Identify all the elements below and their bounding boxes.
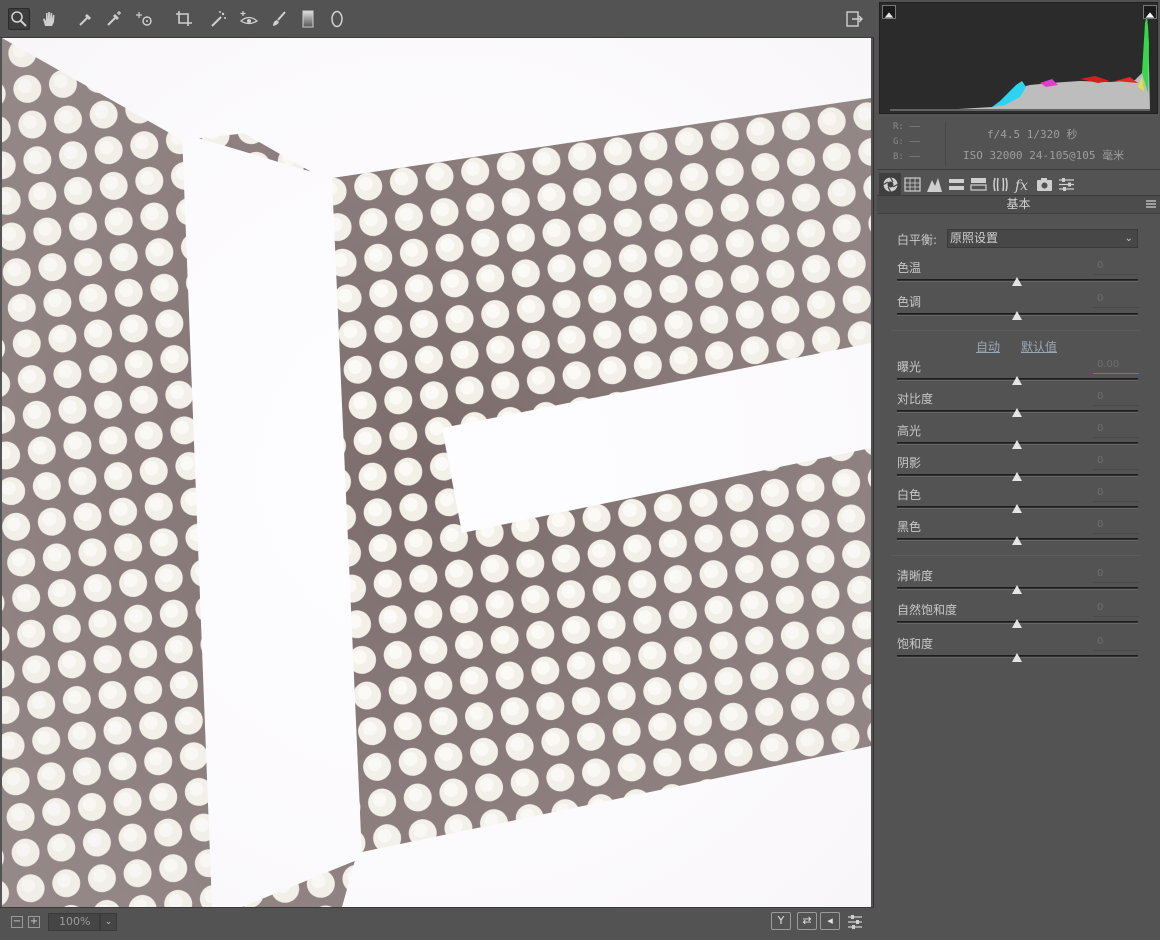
tool-bar xyxy=(0,0,874,38)
white-balance-value: 原照设置 xyxy=(950,231,999,245)
chevron-down-icon: ⌄ xyxy=(1124,233,1133,244)
adjustment-panel: R: —— G: —— B: —— f/4.5 1/320 秒 ISO 3200… xyxy=(877,0,1160,940)
slider-thumb[interactable] xyxy=(1012,277,1022,286)
slider-value[interactable]: 0 xyxy=(1093,634,1139,651)
zoom-in-button[interactable]: + xyxy=(28,916,40,928)
red-eye-icon[interactable] xyxy=(238,8,260,30)
white-balance-select[interactable]: 原照设置 ⌄ xyxy=(947,229,1138,248)
zoom-icon[interactable] xyxy=(8,8,30,30)
slider-value[interactable]: 0 xyxy=(1093,291,1139,308)
slider-thumb[interactable] xyxy=(1012,376,1022,385)
hsl-icon[interactable] xyxy=(945,173,967,195)
histogram xyxy=(879,2,1158,114)
g-readout: G: —— xyxy=(893,137,921,147)
camera-calibration-icon[interactable] xyxy=(1033,173,1055,195)
r-readout: R: —— xyxy=(893,122,921,132)
detail-icon[interactable] xyxy=(923,173,945,195)
hand-icon[interactable] xyxy=(38,8,60,30)
auto-link[interactable]: 自动 xyxy=(976,338,1000,355)
halftone-image xyxy=(2,38,871,907)
slider-label: 色调 xyxy=(897,295,922,309)
slider-label: 饱和度 xyxy=(897,637,934,651)
slider-thumb[interactable] xyxy=(1012,536,1022,545)
slider-thumb[interactable] xyxy=(1012,504,1022,513)
zoom-out-button[interactable]: − xyxy=(11,916,23,928)
image-preview[interactable] xyxy=(2,38,871,907)
white-balance-label: 白平衡: xyxy=(897,233,938,247)
adjustment-brush-icon[interactable] xyxy=(268,8,290,30)
slider-value[interactable]: 0 xyxy=(1093,421,1139,438)
b-readout: B: —— xyxy=(893,152,921,162)
panel-menu-icon[interactable] xyxy=(1146,199,1156,209)
lens-icon[interactable] xyxy=(989,173,1011,195)
basic-icon[interactable] xyxy=(879,173,901,195)
radial-filter-icon[interactable] xyxy=(326,8,348,30)
panel-tabs: fx xyxy=(877,172,1160,196)
zoom-level-field[interactable]: 100% xyxy=(48,913,100,931)
camera-raw-window: − + 100% ⌄ Y ⇄ ◂ R: —— G: —— B: —— f/4.5… xyxy=(0,0,1160,940)
panel-title: 基本 xyxy=(877,196,1160,214)
slider-thumb[interactable] xyxy=(1012,408,1022,417)
slider-label: 高光 xyxy=(897,424,922,438)
slider-label: 自然饱和度 xyxy=(897,603,958,617)
shadow-clipping-icon[interactable] xyxy=(882,5,896,19)
highlight-clipping-icon[interactable] xyxy=(1143,5,1157,19)
zoom-dropdown[interactable]: ⌄ xyxy=(100,913,117,931)
tone-curve-icon[interactable] xyxy=(901,173,923,195)
slider-label: 曝光 xyxy=(897,360,922,374)
divider xyxy=(891,330,1141,331)
preview-area: − + 100% ⌄ Y ⇄ ◂ xyxy=(0,0,874,940)
target-adjust-icon[interactable] xyxy=(134,8,156,30)
toggle-settings-icon[interactable] xyxy=(846,913,864,931)
copy-settings-button[interactable]: ◂ xyxy=(820,912,840,930)
before-after-view-button[interactable]: Y xyxy=(771,912,791,930)
default-link[interactable]: 默认值 xyxy=(1021,338,1057,355)
slider-value[interactable]: 0 xyxy=(1093,566,1139,583)
swap-settings-button[interactable]: ⇄ xyxy=(797,912,817,930)
slider-value[interactable]: 0 xyxy=(1093,453,1139,470)
slider-value[interactable]: 0 xyxy=(1093,389,1139,406)
slider-label: 对比度 xyxy=(897,392,934,406)
white-balance-icon[interactable] xyxy=(75,8,97,30)
slider-value[interactable]: 0 xyxy=(1093,485,1139,502)
svg-text:fx: fx xyxy=(1014,178,1028,193)
graduated-filter-icon[interactable] xyxy=(297,8,319,30)
slider-label: 清晰度 xyxy=(897,569,934,583)
slider-thumb[interactable] xyxy=(1012,311,1022,320)
effects-icon[interactable]: fx xyxy=(1011,173,1033,195)
slider-value[interactable]: 0 xyxy=(1093,258,1139,275)
presets-icon[interactable] xyxy=(1055,173,1077,195)
divider xyxy=(891,555,1141,556)
slider-thumb[interactable] xyxy=(1012,653,1022,662)
crop-icon[interactable] xyxy=(173,8,195,30)
slider-thumb[interactable] xyxy=(1012,585,1022,594)
split-toning-icon[interactable] xyxy=(967,173,989,195)
iso-lens-readout: ISO 32000 24-105@105 毫米 xyxy=(963,149,1125,162)
slider-label: 黑色 xyxy=(897,520,922,534)
histogram-graph xyxy=(890,15,1150,111)
slider-label: 色温 xyxy=(897,261,922,275)
slider-label: 阴影 xyxy=(897,456,922,470)
color-sampler-icon[interactable] xyxy=(103,8,125,30)
slider-thumb[interactable] xyxy=(1012,472,1022,481)
slider-label: 白色 xyxy=(897,488,922,502)
image-info: R: —— G: —— B: —— f/4.5 1/320 秒 ISO 3200… xyxy=(877,118,1160,170)
info-divider xyxy=(945,122,946,166)
slider-thumb[interactable] xyxy=(1012,619,1022,628)
spot-removal-icon[interactable] xyxy=(208,8,230,30)
open-preferences-icon[interactable] xyxy=(843,8,865,30)
slider-value[interactable]: 0.00 xyxy=(1093,357,1139,374)
exposure-readout: f/4.5 1/320 秒 xyxy=(987,128,1078,141)
status-bar: − + 100% ⌄ Y ⇄ ◂ xyxy=(0,907,874,940)
slider-value[interactable]: 0 xyxy=(1093,600,1139,617)
slider-value[interactable]: 0 xyxy=(1093,517,1139,534)
panel-title-text: 基本 xyxy=(1006,197,1031,211)
slider-thumb[interactable] xyxy=(1012,440,1022,449)
